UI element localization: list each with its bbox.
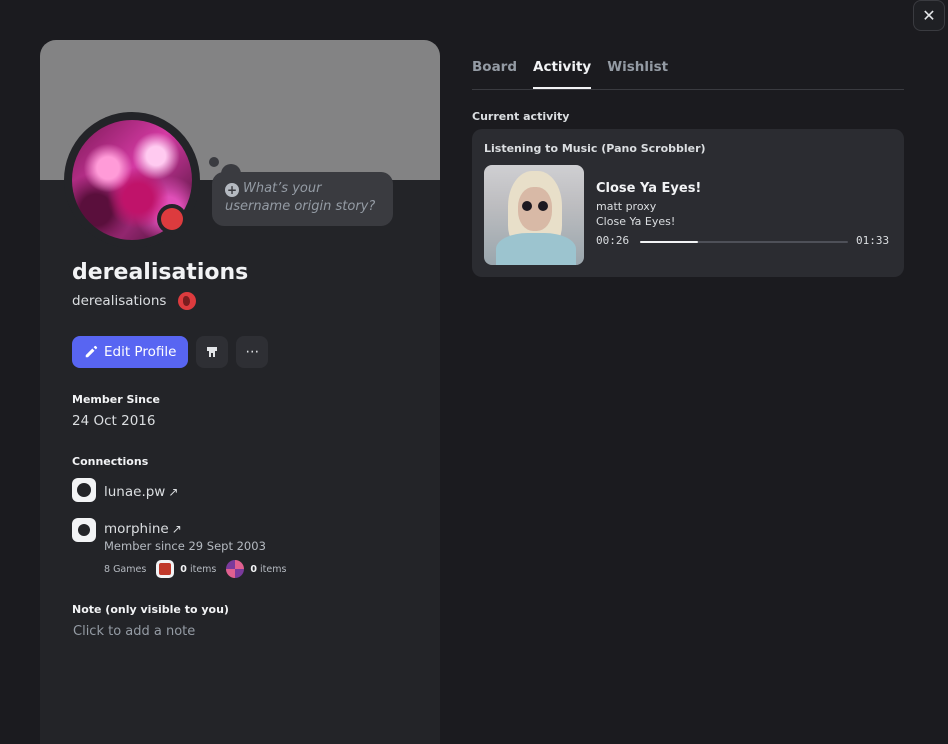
close-icon: ✕ — [922, 6, 936, 25]
username: derealisations — [72, 293, 167, 309]
progress-bar — [640, 241, 848, 243]
steam-icon — [72, 518, 96, 542]
track-artist: matt proxy — [596, 200, 657, 213]
bio-prompt-bubble[interactable]: + What’s your username origin story? — [212, 172, 393, 226]
profile-card: + What’s your username origin story? dere… — [40, 40, 440, 744]
pencil-icon — [85, 345, 98, 358]
member-since-value: 24 Oct 2016 — [72, 413, 156, 429]
steam-games-count: 8 Games — [104, 563, 147, 575]
connections-title: Connections — [72, 455, 149, 468]
globe-icon — [72, 478, 96, 502]
note-title: Note (only visible to you) — [72, 603, 229, 616]
globe-badge-icon[interactable] — [178, 292, 197, 310]
total-time: 01:33 — [856, 234, 890, 247]
status-indicator-dnd — [161, 208, 183, 230]
current-activity-title: Current activity — [472, 110, 570, 123]
tab-divider — [472, 89, 904, 90]
track-album: Close Ya Eyes! — [596, 215, 676, 228]
connection-item[interactable]: lunae.pw ↗ — [72, 478, 178, 502]
connection-subtitle: Member since 29 Sept 2003 — [104, 539, 266, 553]
tab-board[interactable]: Board — [472, 59, 517, 89]
connection-name: lunae.pw — [104, 484, 166, 500]
more-options-button[interactable]: ⋯ — [236, 336, 269, 368]
member-since-title: Member Since — [72, 393, 160, 406]
activity-card: Listening to Music (Pano Scrobbler) Clos… — [472, 129, 904, 277]
external-link-icon: ↗ — [171, 522, 182, 536]
dota-items-count: 0 — [180, 563, 187, 575]
connection-item[interactable]: morphine ↗ Member since 29 Sept 2003 — [72, 518, 266, 554]
progress-fill — [640, 241, 699, 243]
tf2-items-count: 0 — [250, 563, 257, 575]
close-button[interactable]: ✕ — [913, 0, 945, 31]
track-title[interactable]: Close Ya Eyes! — [596, 181, 701, 196]
edit-profile-label: Edit Profile — [104, 344, 177, 360]
add-icon: + — [225, 183, 239, 197]
album-art[interactable] — [484, 165, 584, 265]
tab-wishlist[interactable]: Wishlist — [607, 59, 668, 89]
server-tag-button[interactable] — [196, 336, 229, 368]
bio-prompt-text: What’s your username origin story? — [225, 181, 376, 214]
external-link-icon: ↗ — [168, 485, 179, 499]
dota-icon — [156, 560, 175, 578]
steam-stats: 8 Games 0 items 0 items — [104, 560, 286, 578]
connection-name: morphine — [104, 521, 169, 537]
tf2-icon — [226, 560, 245, 578]
profile-tabs: Board Activity Wishlist — [472, 59, 668, 89]
guild-tag-icon — [207, 347, 218, 357]
elapsed-time: 00:26 — [596, 234, 630, 247]
activity-header: Listening to Music (Pano Scrobbler) — [484, 142, 706, 155]
edit-profile-button[interactable]: Edit Profile — [72, 336, 189, 368]
tab-activity[interactable]: Activity — [533, 59, 592, 89]
more-icon: ⋯ — [245, 344, 260, 360]
display-name: derealisations — [72, 260, 249, 285]
note-input[interactable]: Click to add a note — [73, 624, 195, 639]
profile-actions: Edit Profile ⋯ — [72, 336, 269, 368]
